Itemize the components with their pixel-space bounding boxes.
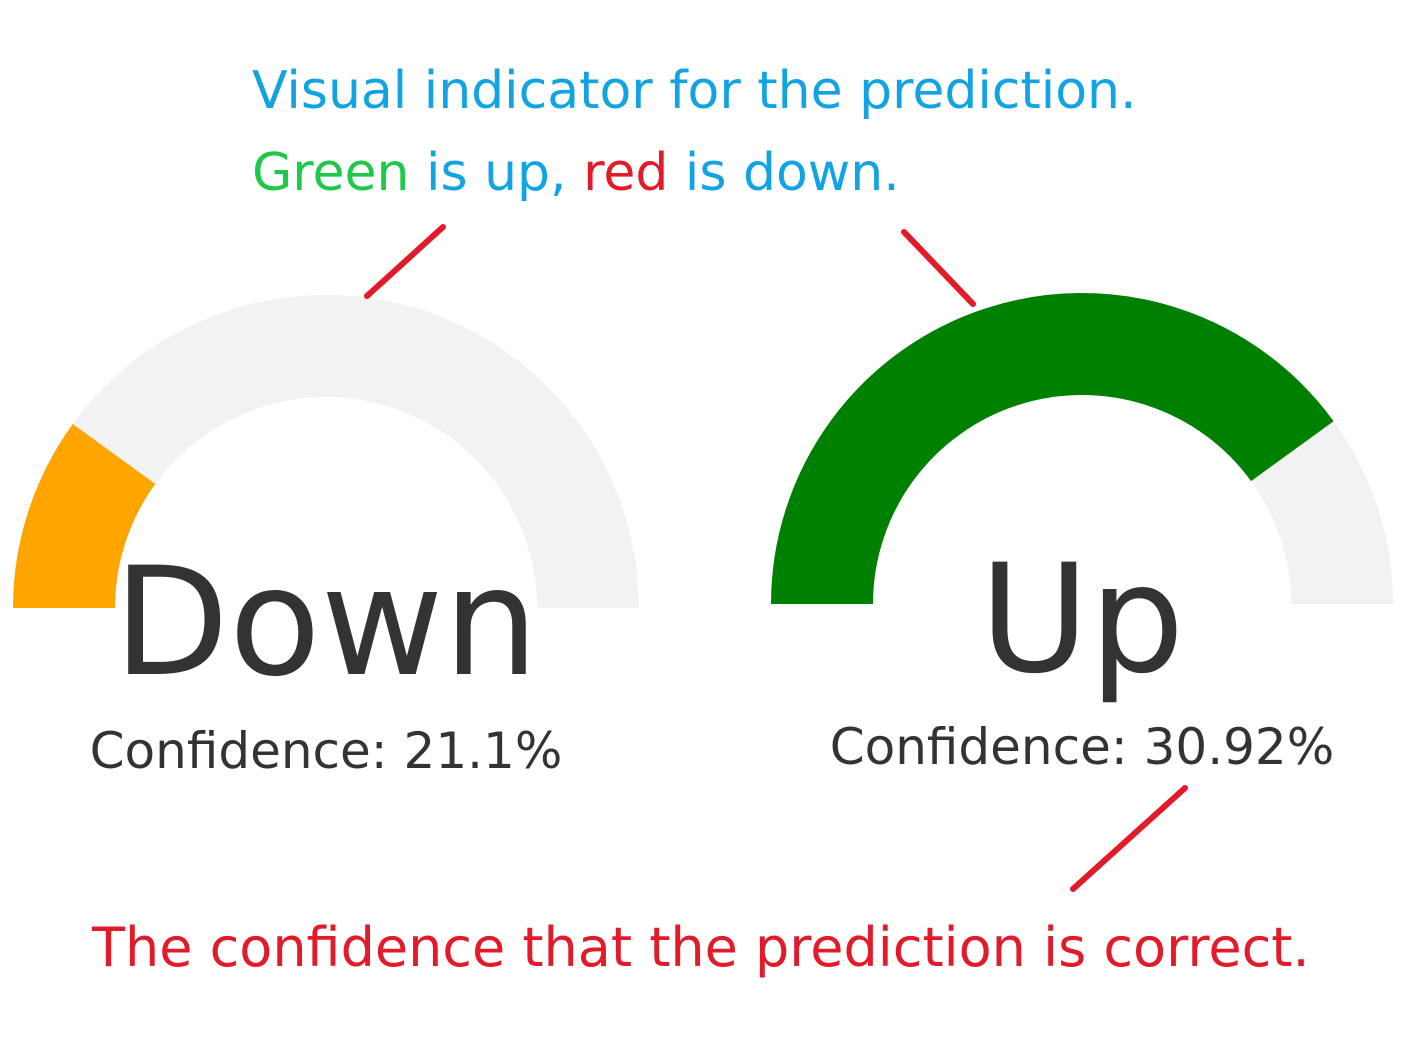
gauges-canvas [13,224,1393,892]
confidence-annotation: The confidence that the prediction is co… [92,916,1310,979]
gauge-up-confidence: Confidence: 30.92% [829,718,1335,776]
gauge-down-label: Down [113,536,539,710]
pointer-line-left-gauge [364,224,446,299]
gauge-up-label: Up [979,533,1185,707]
pointer-line-right-gauge [901,229,976,307]
pointer-line-confidence [1070,785,1188,892]
gauge-down-confidence: Confidence: 21.1% [89,722,563,780]
